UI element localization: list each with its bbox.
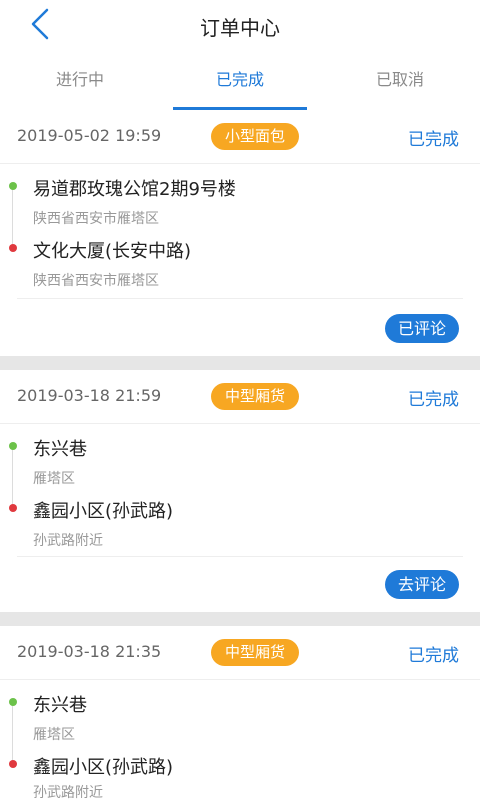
- order-status: 已完成: [408, 390, 459, 410]
- start-point-icon: [9, 182, 17, 190]
- page-title: 订单中心: [200, 16, 280, 40]
- card-separator: [0, 356, 480, 370]
- order-card-header: 2019-05-02 19:59 小型面包 已完成: [0, 110, 480, 164]
- start-district: 雁塔区: [33, 727, 75, 743]
- end-district: 孙武路附近: [33, 785, 103, 800]
- vehicle-type-badge: 中型厢货: [211, 383, 300, 410]
- start-address: 易道郡玫瑰公馆2期9号楼: [33, 179, 236, 200]
- start-address: 东兴巷: [33, 439, 87, 460]
- route-line: [12, 186, 13, 248]
- tab-completed[interactable]: 已完成: [160, 52, 320, 110]
- start-address: 东兴巷: [33, 695, 87, 716]
- start-point-icon: [9, 442, 17, 450]
- order-status: 已完成: [408, 646, 459, 666]
- order-card-header: 2019-03-18 21:59 中型厢货 已完成: [0, 370, 480, 424]
- end-address: 文化大厦(长安中路): [33, 241, 192, 262]
- order-card-header: 2019-03-18 21:35 中型厢货 已完成: [0, 626, 480, 680]
- order-card[interactable]: 2019-05-02 19:59 小型面包 已完成 易道郡玫瑰公馆2期9号楼 陕…: [0, 110, 480, 356]
- route-line: [12, 702, 13, 764]
- end-district: 孙武路附近: [33, 533, 103, 549]
- end-address: 鑫园小区(孙武路): [33, 757, 174, 778]
- start-district: 陕西省西安市雁塔区: [33, 211, 159, 227]
- route-line: [12, 446, 13, 508]
- start-district: 雁塔区: [33, 471, 75, 487]
- order-card[interactable]: 2019-03-18 21:35 中型厢货 已完成 东兴巷 雁塔区 鑫园小区(孙…: [0, 626, 480, 800]
- order-status: 已完成: [408, 130, 459, 150]
- order-time: 2019-05-02 19:59: [17, 126, 162, 145]
- order-tabs: 进行中 已完成 已取消: [0, 52, 480, 110]
- order-time: 2019-03-18 21:35: [17, 642, 162, 661]
- tab-cancelled[interactable]: 已取消: [320, 52, 480, 110]
- order-time: 2019-03-18 21:59: [17, 386, 162, 405]
- start-point-icon: [9, 698, 17, 706]
- card-divider: [17, 298, 463, 299]
- tab-in-progress[interactable]: 进行中: [0, 52, 160, 110]
- order-card[interactable]: 2019-03-18 21:59 中型厢货 已完成 东兴巷 雁塔区 鑫园小区(孙…: [0, 370, 480, 612]
- reviewed-button[interactable]: 已评论: [384, 314, 459, 343]
- end-address: 鑫园小区(孙武路): [33, 501, 174, 522]
- card-separator: [0, 612, 480, 626]
- card-divider: [17, 556, 463, 557]
- vehicle-type-badge: 小型面包: [211, 123, 300, 150]
- end-district: 陕西省西安市雁塔区: [33, 273, 159, 289]
- end-point-icon: [9, 504, 17, 512]
- header: 订单中心: [0, 0, 480, 52]
- end-point-icon: [9, 760, 17, 768]
- vehicle-type-badge: 中型厢货: [211, 639, 300, 666]
- write-review-button[interactable]: 去评论: [384, 570, 459, 599]
- end-point-icon: [9, 244, 17, 252]
